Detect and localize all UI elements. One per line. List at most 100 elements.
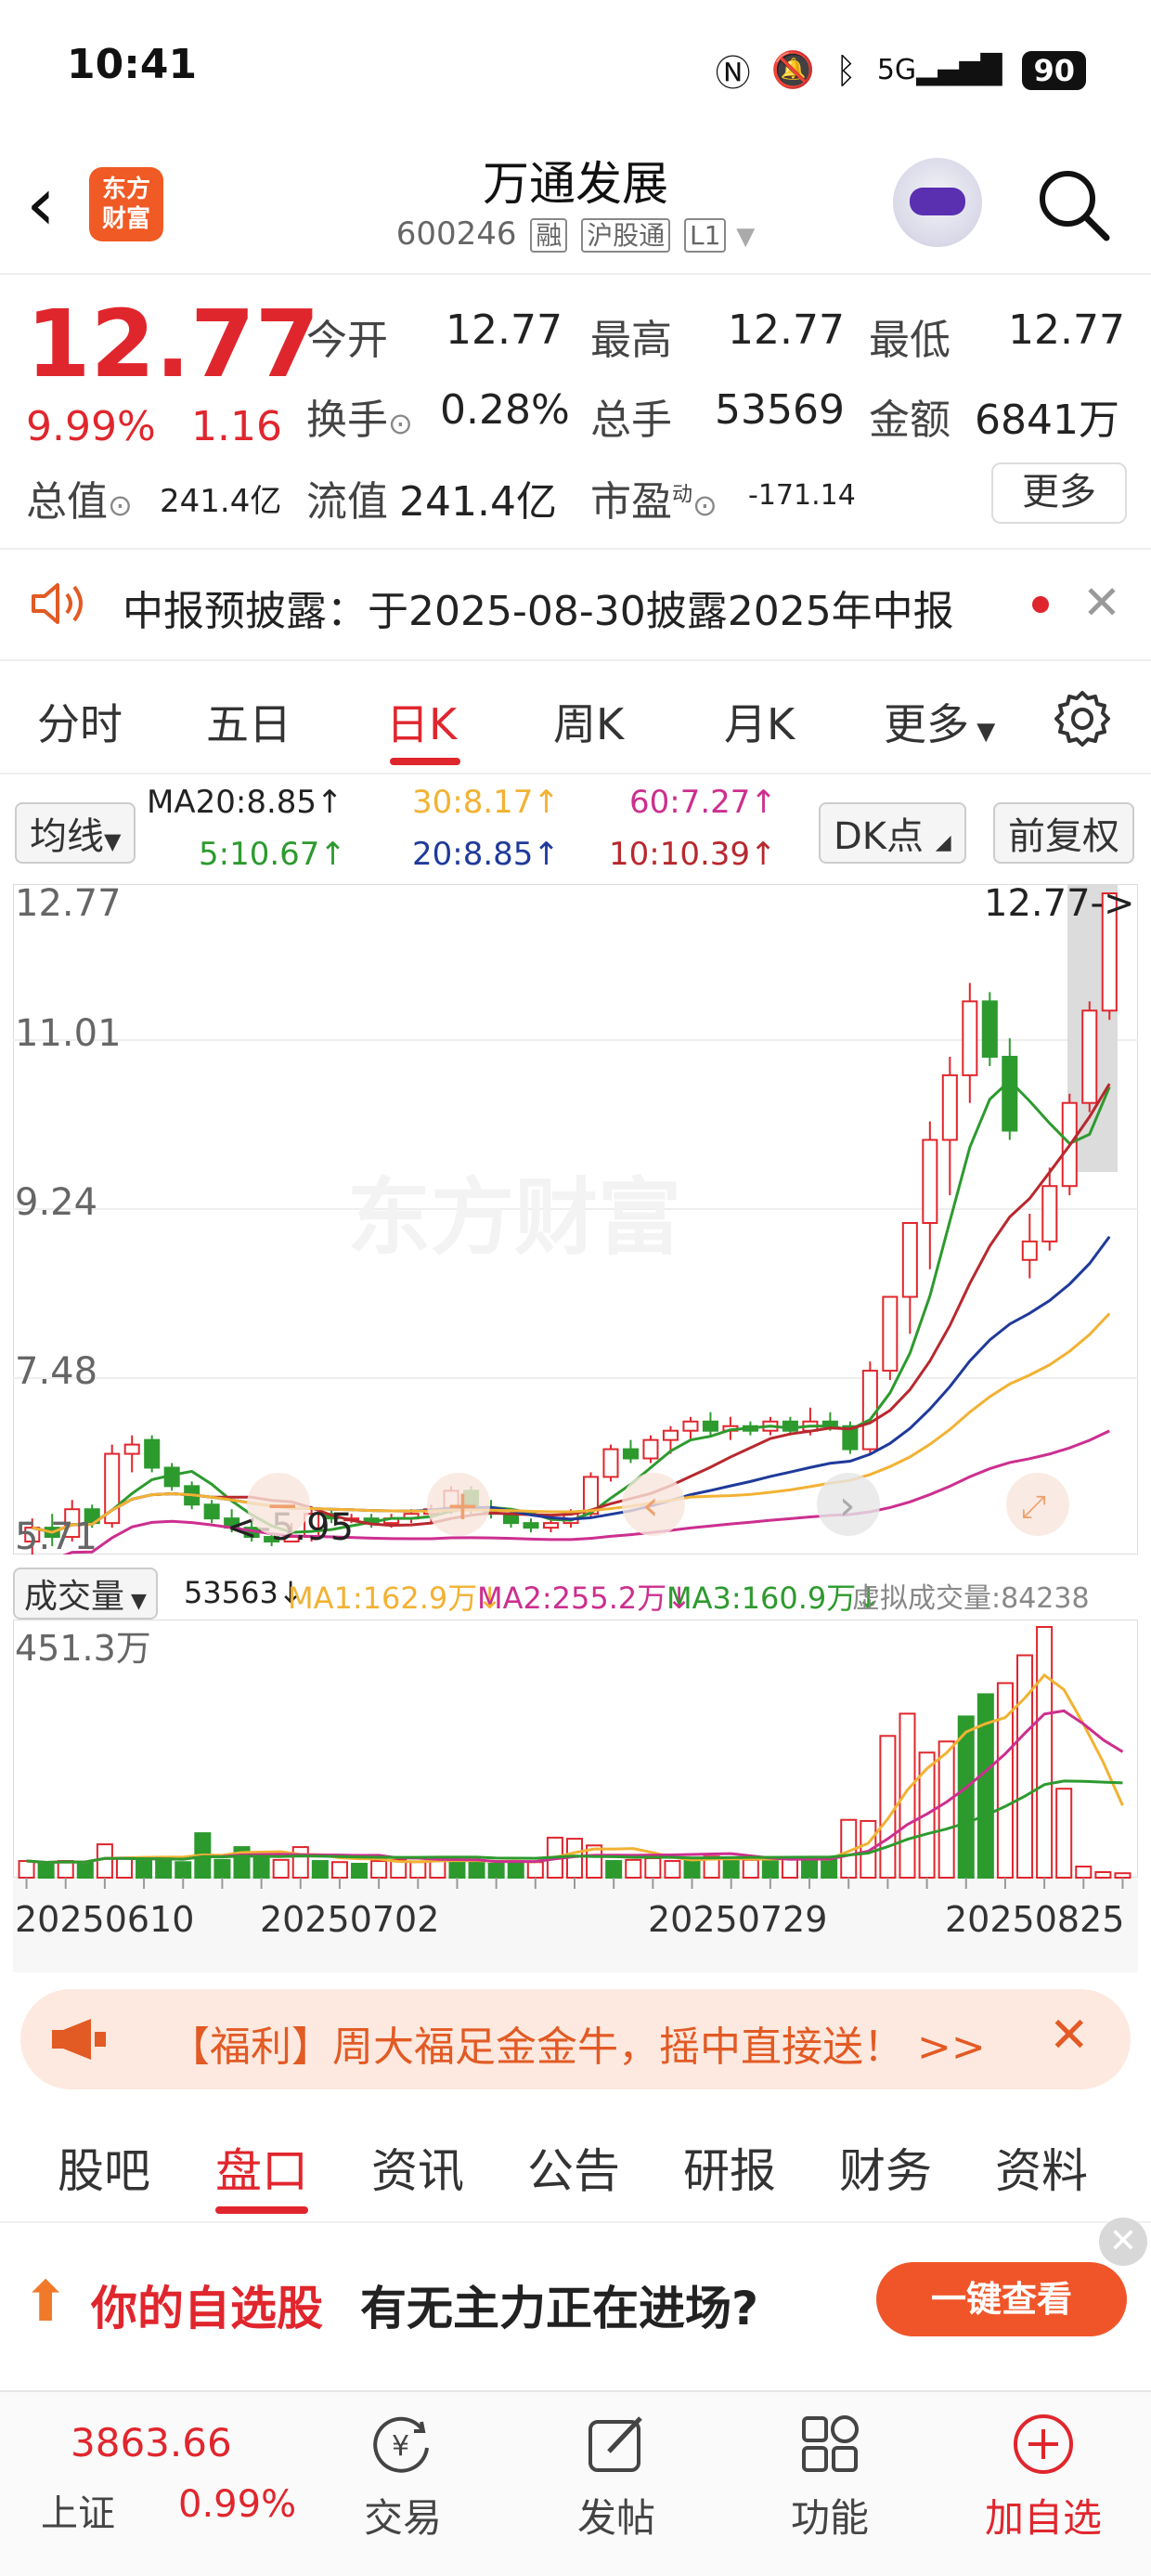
- nav-functions[interactable]: 功能: [756, 2411, 904, 2543]
- promo-title: 有无主力正在进场?: [360, 2282, 759, 2335]
- volume-bar: [1075, 1866, 1093, 1880]
- change-amount: 1.16: [191, 403, 282, 450]
- volume-bar: [742, 1858, 759, 1879]
- volume-selector-label: 成交量: [24, 1578, 125, 1616]
- volume-bar: [1114, 1872, 1132, 1879]
- tab-daily[interactable]: 日K: [386, 691, 457, 752]
- bluetooth-icon: ᛒ: [835, 49, 857, 91]
- promo-banner[interactable]: 【福利】周大福足金金牛，摇中直接送！ >> ✕: [20, 1989, 1131, 2089]
- price-label-2: 9.24: [15, 1181, 97, 1224]
- volume-bar: [252, 1857, 270, 1880]
- tab-weekly[interactable]: 周K: [553, 691, 624, 752]
- ma-selector[interactable]: 均线▼: [15, 802, 136, 864]
- nav-post[interactable]: 发帖: [542, 2411, 691, 2543]
- volume-bar: [957, 1715, 975, 1880]
- date-label-3: 20250825: [945, 1899, 1124, 1940]
- close-icon[interactable]: ✕: [1099, 2218, 1147, 2266]
- volume-bar: [507, 1860, 524, 1880]
- zoom-out-glyph: −: [265, 1482, 300, 1529]
- index-value[interactable]: 3863.66: [71, 2420, 232, 2465]
- low-value: 12.77: [1008, 306, 1125, 354]
- more-button[interactable]: 更多: [991, 462, 1127, 524]
- amount-label: 金额: [869, 397, 951, 444]
- robot-avatar-icon[interactable]: [893, 158, 982, 247]
- pe-label: 市盈动⊙: [590, 468, 718, 527]
- stock-code-line[interactable]: 600246 融 沪股通 L1 ▼: [0, 215, 1151, 253]
- volume-bar: [448, 1860, 466, 1880]
- ma20-value: 20:8.85↑: [412, 836, 560, 873]
- tab-finance[interactable]: 财务: [839, 2134, 932, 2201]
- candle-body: [542, 1522, 560, 1529]
- status-icons: Ⓝ 🔕 ᛒ 5G▂▄▆█ 90: [716, 45, 1086, 96]
- index-name[interactable]: 上证: [41, 2483, 115, 2537]
- float-value: 241.4亿: [399, 478, 557, 526]
- dk-point-button[interactable]: DK点 ◢: [819, 802, 966, 864]
- zoom-in-glyph: +: [446, 1482, 480, 1529]
- nav-trade[interactable]: ¥ 交易: [329, 2411, 477, 2543]
- promo-title-red: 你的自选股: [91, 2282, 323, 2335]
- candle-body: [523, 1522, 539, 1529]
- candle-body: [1021, 1240, 1038, 1261]
- volume-selector[interactable]: 成交量 ▼: [13, 1568, 158, 1620]
- volume-bar: [722, 1857, 740, 1880]
- index-change: 0.99%: [178, 2483, 297, 2526]
- info-icon[interactable]: ⊙: [388, 406, 413, 441]
- tab-announcements[interactable]: 公告: [527, 2134, 620, 2201]
- network-type: 5G: [876, 54, 917, 86]
- nav-add-watchlist[interactable]: 加自选: [969, 2411, 1118, 2543]
- mute-icon: 🔕: [770, 49, 816, 90]
- close-icon[interactable]: ✕: [1082, 576, 1121, 630]
- tab-profile[interactable]: 资料: [995, 2134, 1088, 2201]
- notice-text: 中报预披露：于2025-08-30披露2025年中报: [123, 588, 954, 635]
- notice-bar[interactable]: 中报预披露：于2025-08-30披露2025年中报 ✕: [0, 548, 1151, 661]
- price-label-0: 12.77: [15, 884, 122, 925]
- candle-body: [1081, 1009, 1098, 1104]
- tab-research[interactable]: 研报: [683, 2134, 776, 2201]
- check-now-button[interactable]: 一键查看: [876, 2262, 1127, 2336]
- date-label-2: 20250729: [648, 1899, 827, 1940]
- pe-label-text: 市盈: [590, 478, 672, 526]
- volume-bar: [683, 1858, 701, 1879]
- tab-more[interactable]: 更多 ▼: [884, 691, 995, 752]
- volume-bar: [370, 1860, 388, 1880]
- tab-news[interactable]: 资讯: [371, 2134, 464, 2201]
- gear-icon[interactable]: [1053, 689, 1112, 748]
- dropdown-icon[interactable]: ▼: [736, 223, 755, 251]
- tab-monthly[interactable]: 月K: [724, 691, 795, 752]
- volume-chart[interactable]: 451.3万 20250610 20250702 20250729 202508…: [13, 1620, 1138, 1972]
- volume-bar: [1016, 1654, 1034, 1879]
- candle-body: [203, 1503, 220, 1520]
- banner-divider: [1034, 1989, 1036, 2089]
- watermark-text: 东方财富: [347, 1169, 681, 1267]
- price-label-1: 11.01: [15, 1012, 122, 1055]
- search-icon[interactable]: [1034, 165, 1112, 243]
- tab-forum[interactable]: 股吧: [58, 2134, 150, 2201]
- ma20-top: MA20:8.85↑: [147, 784, 343, 821]
- info-icon[interactable]: ⊙: [108, 488, 133, 523]
- volume-bar: [821, 1858, 838, 1879]
- volume-bar: [879, 1735, 897, 1879]
- volume-bar: [272, 1858, 290, 1879]
- pe-value: -171.14: [748, 479, 856, 512]
- volume-bar: [1036, 1626, 1054, 1879]
- adjust-button[interactable]: 前复权: [993, 802, 1134, 864]
- candle-body: [882, 1295, 899, 1373]
- watchlist-promo[interactable]: ⬆ 你的自选股 有无主力正在进场? 一键查看 ✕: [0, 2218, 1151, 2381]
- chevron-down-icon: ▼: [124, 1590, 147, 1613]
- candle-body: [622, 1448, 639, 1460]
- volume-max-label: 451.3万: [15, 1628, 151, 1669]
- price-label-3: 7.48: [15, 1350, 97, 1393]
- candle-body: [702, 1420, 718, 1432]
- low-label: 最低: [869, 317, 951, 364]
- tab-intraday[interactable]: 分时: [37, 691, 123, 752]
- tab-orderbook[interactable]: 盘口: [215, 2134, 308, 2201]
- volume-bar: [664, 1860, 681, 1880]
- arrow-up-icon: ⬆: [22, 2270, 70, 2335]
- close-icon[interactable]: ✕: [1049, 2008, 1090, 2063]
- kline-chart[interactable]: 东方财富 12.77 11.01 9.24 7.48 5.71 12.77-> …: [13, 884, 1138, 1555]
- chevron-down-icon: ▼: [104, 828, 122, 854]
- volume-value: 53569: [715, 386, 845, 434]
- candle-body: [144, 1438, 161, 1469]
- info-icon[interactable]: ⊙: [692, 488, 718, 523]
- tab-5day[interactable]: 五日: [206, 691, 291, 752]
